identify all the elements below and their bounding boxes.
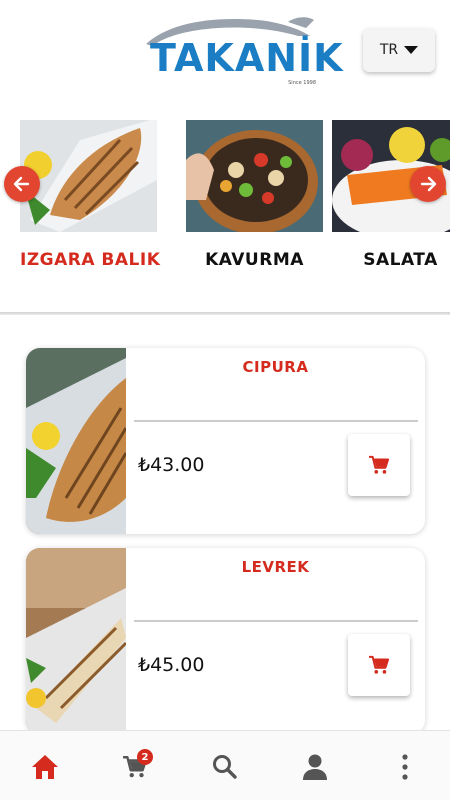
caret-down-icon [404,46,419,54]
header: TAKANİK Since 1998 TR [0,0,450,112]
category-label: IZGARA BALIK [20,250,161,270]
nav-search[interactable] [205,751,245,783]
brand-logo: TAKANİK Since 1998 [138,14,343,86]
kavurma-image [186,120,323,232]
arrow-right-icon [420,176,437,192]
category-label: SALATA [363,250,438,270]
cipura-image [26,348,126,534]
grilled-fish-image [20,120,157,232]
cart-icon [369,655,390,674]
category-carousel[interactable]: IZGARA BALIK KAVURMA SALATA [0,120,450,290]
product-divider [134,620,418,622]
category-item-kavurma[interactable]: KAVURMA [186,120,323,270]
language-label: TR [379,42,399,58]
carousel-next-button[interactable] [410,166,446,202]
cart-badge: 2 [137,749,153,765]
product-card-levrek[interactable]: LEVREK ₺45.00 [26,548,425,734]
nav-home[interactable] [25,751,65,783]
section-divider [0,312,450,315]
search-icon [213,755,237,779]
language-selector[interactable]: TR [363,28,435,72]
nav-profile[interactable] [295,751,335,783]
product-price: ₺45.00 [138,654,205,676]
nav-cart[interactable]: 2 [115,749,155,783]
cart-icon [369,455,390,474]
add-to-cart-button[interactable] [348,434,410,496]
product-divider [134,420,418,422]
product-card-cipura[interactable]: CIPURA ₺43.00 [26,348,425,534]
logo-wordmark: TAKANİK [150,36,344,80]
arrow-left-icon [13,176,30,192]
category-label: KAVURMA [205,250,304,270]
home-icon [32,755,58,779]
bottom-navigation: 2 [0,730,450,800]
add-to-cart-button[interactable] [348,634,410,696]
nav-more[interactable] [385,751,425,783]
more-icon [402,754,408,780]
carousel-prev-button[interactable] [4,166,40,202]
levrek-image [26,548,126,734]
product-price: ₺43.00 [138,454,205,476]
user-icon [303,754,327,780]
logo-tagline: Since 1998 [288,80,316,86]
product-name: LEVREK [241,558,310,576]
app-screen: TAKANİK Since 1998 TR IZGARA BALIK KAVUR… [0,0,450,800]
category-item-izgara-balik[interactable]: IZGARA BALIK [20,120,161,270]
product-name: CIPURA [242,358,309,376]
